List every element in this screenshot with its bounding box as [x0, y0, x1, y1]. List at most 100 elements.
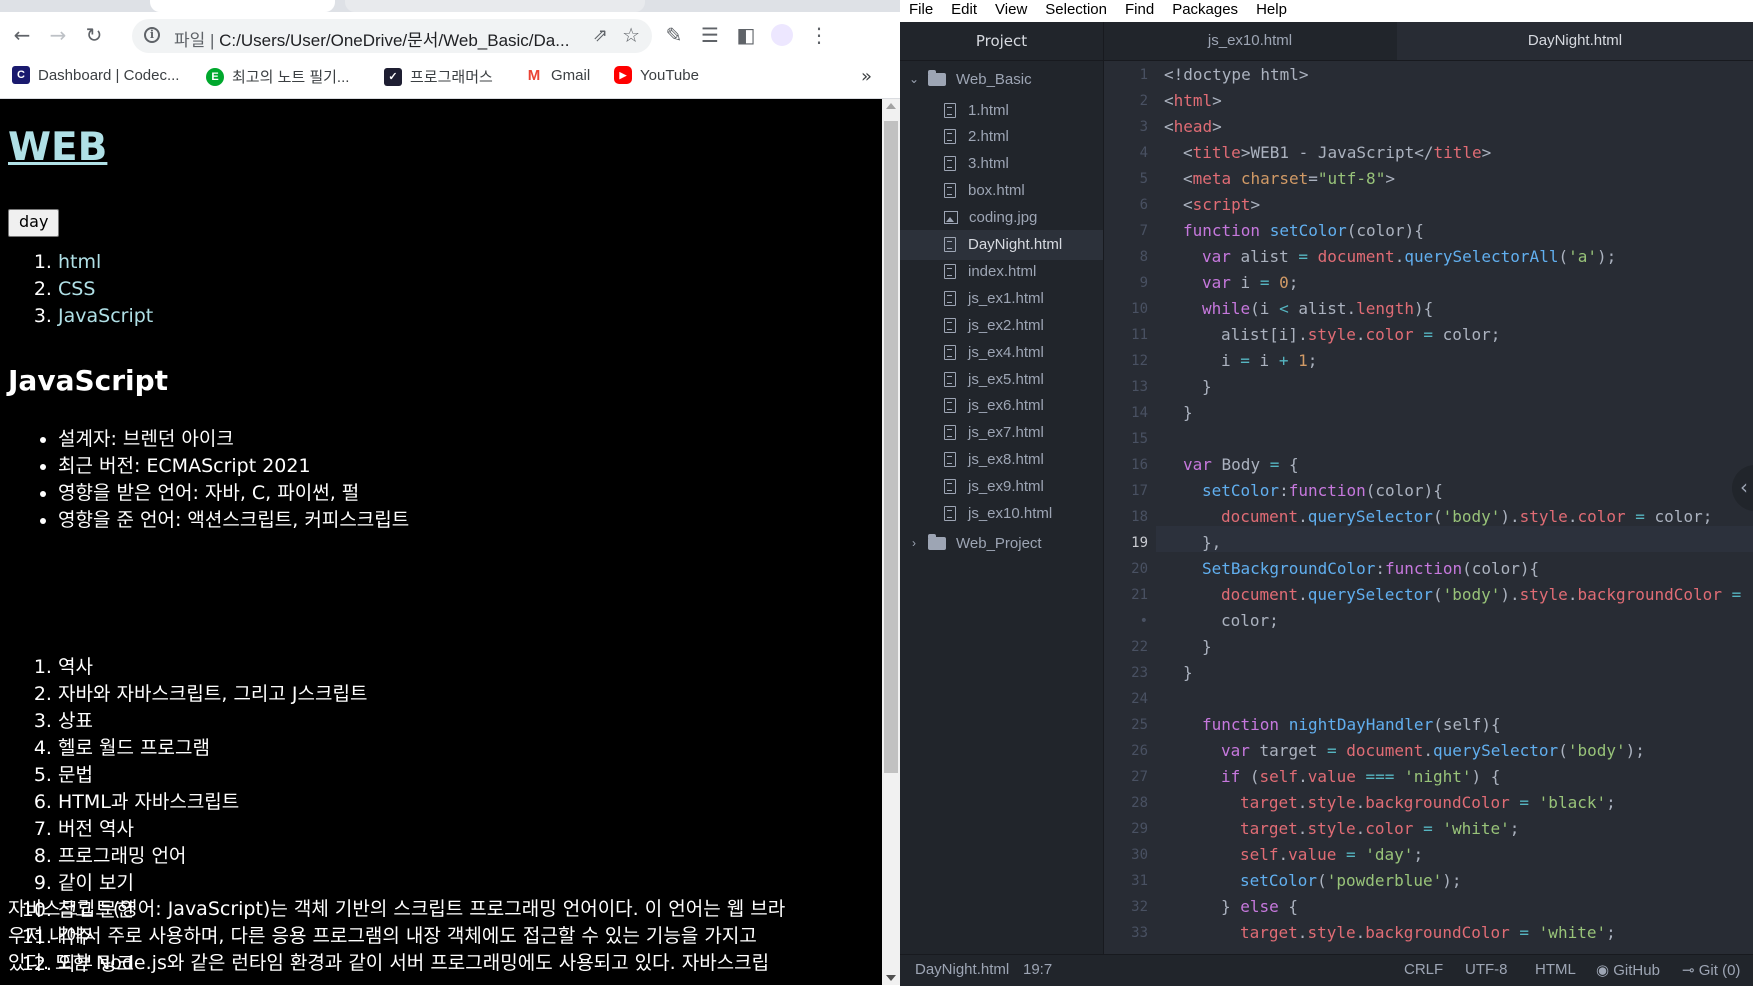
tree-folder-web-basic[interactable]: ⌄ Web_Basic [900, 64, 1103, 94]
status-grammar[interactable]: HTML [1535, 961, 1576, 978]
bookmark-evernote[interactable]: E 최고의 노트 필기... [206, 66, 349, 87]
status-bar: DayNight.html 19:7 CRLF UTF-8 HTML ◉ Git… [900, 954, 1753, 986]
tree-folder-web-project[interactable]: › Web_Project [900, 528, 1103, 558]
contents-item: 자바와 자바스크립트, 그리고 J스크립트 [58, 681, 367, 708]
tree-file-item[interactable]: box.html [900, 176, 1103, 206]
media-control-icon[interactable]: ☰ [696, 21, 724, 49]
tree-file-item[interactable]: 1.html [900, 95, 1103, 125]
browser-tab[interactable] [345, 0, 645, 12]
tree-file-item[interactable]: 3.html [900, 149, 1103, 179]
reload-icon[interactable]: ↻ [80, 21, 108, 49]
gmail-icon: M [525, 66, 543, 84]
browser-tab-active[interactable] [150, 0, 335, 12]
tree-file-item[interactable]: coding.jpg [900, 203, 1103, 233]
code-line: i = i + 1; [1221, 351, 1318, 370]
address-bar[interactable]: i 파일 | C:/Users/User/OneDrive/문서/Web_Bas… [132, 19, 652, 53]
tree-file-item[interactable]: js_ex2.html [900, 310, 1103, 340]
code-line: <script> [1183, 195, 1261, 214]
topic-link-html[interactable]: html [58, 251, 101, 273]
tab-js-ex10[interactable]: js_ex10.html [1104, 22, 1396, 60]
scroll-up-arrow-icon[interactable] [886, 103, 896, 109]
code-editor[interactable]: <!doctype html> <html> <head> <title>WEB… [1156, 61, 1753, 954]
tree-file-item[interactable]: DayNight.html [900, 229, 1103, 260]
topic-list: html CSS JavaScript [34, 249, 153, 330]
bookmarks-overflow-icon[interactable]: » [861, 66, 872, 87]
tree-file-item[interactable]: js_ex6.html [900, 391, 1103, 421]
folder-icon [928, 69, 946, 86]
menu-kebab-icon[interactable]: ⋮ [805, 21, 833, 49]
status-cursor-position[interactable]: 19:7 [1023, 961, 1052, 978]
back-icon[interactable]: ← [8, 21, 36, 49]
contents-item: 헬로 월드 프로그램 [58, 735, 367, 762]
profile-avatar[interactable] [768, 21, 796, 49]
code-line: <meta charset="utf-8"> [1183, 169, 1395, 188]
line-number: 30 [1131, 847, 1148, 863]
topic-link-css[interactable]: CSS [58, 278, 95, 300]
menu-find[interactable]: Find [1116, 0, 1163, 22]
day-night-toggle-button[interactable]: day [8, 209, 60, 237]
bookmark-star-icon[interactable]: ☆ [622, 23, 640, 47]
tree-file-item[interactable]: js_ex7.html [900, 418, 1103, 448]
topic-link-javascript[interactable]: JavaScript [58, 305, 153, 327]
scrollbar-thumb[interactable] [884, 121, 898, 773]
menu-edit[interactable]: Edit [942, 0, 986, 22]
facts-list: 설계자: 브렌던 아이크 최근 버전: ECMAScript 2021 영향을 … [34, 426, 409, 534]
tab-daynight[interactable]: DayNight.html [1397, 22, 1753, 60]
menu-help[interactable]: Help [1247, 0, 1296, 22]
side-panel-icon[interactable]: ◧ [732, 21, 760, 49]
line-number: 29 [1131, 821, 1148, 837]
code-line: <!doctype html> [1164, 65, 1309, 84]
menu-packages[interactable]: Packages [1163, 0, 1247, 22]
forward-icon[interactable]: → [44, 21, 72, 49]
code-line: } [1202, 377, 1212, 396]
status-github[interactable]: ◉ GitHub [1596, 961, 1660, 979]
status-git[interactable]: ⊸ Git (0) [1682, 961, 1740, 979]
tree-file-item[interactable]: js_ex9.html [900, 472, 1103, 502]
page-scrollbar[interactable] [882, 99, 900, 985]
topic-item: CSS [58, 276, 153, 303]
tree-file-item[interactable]: js_ex4.html [900, 337, 1103, 367]
scroll-down-arrow-icon[interactable] [886, 975, 896, 981]
status-line-ending[interactable]: CRLF [1404, 961, 1443, 978]
status-encoding[interactable]: UTF-8 [1465, 961, 1508, 978]
contents-item: HTML과 자바스크립트 [58, 789, 367, 816]
fact-item: 영향을 받은 언어: 자바, C, 파이썬, 펄 [58, 480, 409, 507]
status-file-path[interactable]: DayNight.html [915, 961, 1009, 978]
menu-file[interactable]: File [900, 0, 942, 22]
file-icon [944, 344, 956, 360]
line-number: 16 [1131, 457, 1148, 473]
editor-tab-bar: js_ex10.html DayNight.html [1104, 22, 1753, 61]
code-line: alist[i].style.color = color; [1221, 325, 1501, 344]
line-number-gutter: 1 2 3 4 5 6 7 8 9 10 11 12 13 14 15 16 17 18 19 20 21 • 22 23 24… [1104, 61, 1156, 954]
line-number: 9 [1139, 275, 1148, 291]
bookmark-gmail[interactable]: M Gmail [525, 66, 590, 84]
code-line: setColor('powderblue'); [1240, 871, 1462, 890]
line-number: 17 [1131, 483, 1148, 499]
bookmark-codecademy[interactable]: C Dashboard | Codec... [12, 66, 179, 84]
project-tab[interactable]: Project [900, 22, 1103, 61]
file-icon [944, 102, 956, 118]
youtube-icon: ▶ [614, 66, 632, 84]
menu-selection[interactable]: Selection [1036, 0, 1116, 22]
tree-file-item[interactable]: index.html [900, 256, 1103, 286]
menu-view[interactable]: View [986, 0, 1036, 22]
extensions-icon[interactable]: ✎ [660, 21, 688, 49]
image-file-icon [944, 211, 958, 225]
tree-file-item[interactable]: js_ex1.html [900, 283, 1103, 313]
web-home-link[interactable]: WEB [8, 125, 107, 170]
share-icon[interactable]: ⇗ [593, 25, 608, 46]
fact-item: 설계자: 브렌던 아이크 [58, 426, 409, 453]
code-line: }, [1202, 533, 1222, 552]
site-info-icon[interactable]: i [144, 27, 160, 43]
tree-file-item[interactable]: js_ex10.html [900, 499, 1103, 529]
address-text[interactable]: 파일 | C:/Users/User/OneDrive/문서/Web_Basic… [174, 26, 594, 51]
tree-file-item[interactable]: js_ex5.html [900, 364, 1103, 394]
line-number: 23 [1131, 665, 1148, 681]
code-line: while(i < alist.length){ [1202, 299, 1434, 318]
bookmark-programmers[interactable]: ✓ 프로그래머스 [384, 66, 493, 87]
tree-file-item[interactable]: js_ex8.html [900, 445, 1103, 475]
intro-line: 자바스크립트(영어: JavaScript)는 객체 기반의 스크립트 프로그래… [8, 898, 786, 920]
tree-file-item[interactable]: 2.html [900, 122, 1103, 152]
bookmark-youtube[interactable]: ▶ YouTube [614, 66, 699, 84]
bookmarks-bar: C Dashboard | Codec... E 최고의 노트 필기... ✓ … [0, 58, 900, 99]
